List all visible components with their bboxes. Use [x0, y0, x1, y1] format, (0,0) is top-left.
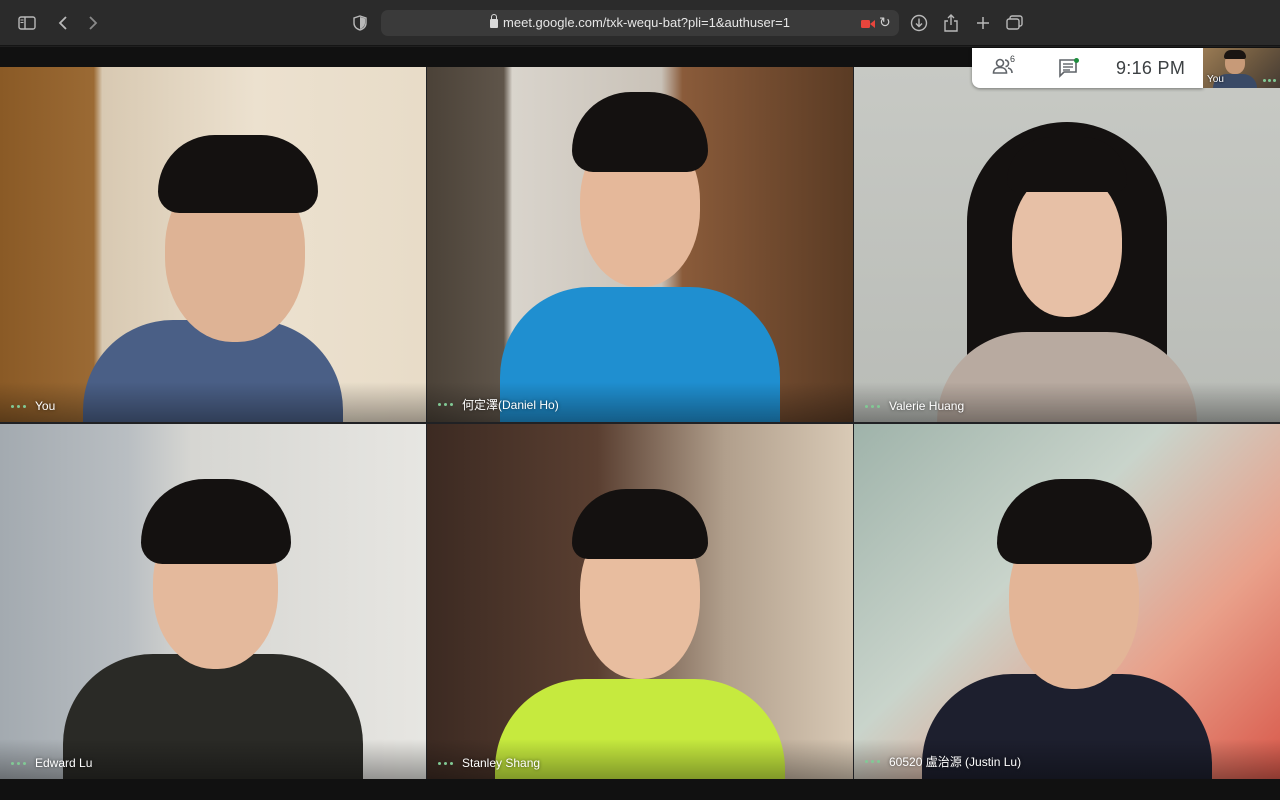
participant-name: Valerie Huang [889, 399, 965, 413]
participant-video [53, 454, 373, 779]
participant-name-tag: 60520 盧治源 (Justin Lu) [865, 753, 1021, 770]
participant-name: Edward Lu [35, 756, 93, 770]
audio-indicator-icon [11, 761, 26, 765]
self-view-label: You [1207, 74, 1224, 85]
download-icon[interactable] [906, 11, 932, 35]
audio-indicator-icon [1263, 79, 1276, 82]
browser-toolbar: meet.google.com/txk-wequ-bat?pli=1&authu… [0, 0, 1280, 46]
new-tab-icon[interactable] [970, 11, 996, 35]
video-grid: You 何定澤(Daniel Ho) Valerie Huang Edward … [0, 67, 1280, 779]
participant-video [480, 484, 800, 779]
reload-icon[interactable]: ↻ [879, 14, 891, 31]
sidebar-icon[interactable] [14, 11, 40, 35]
audio-indicator-icon [865, 760, 880, 763]
audio-indicator-icon [438, 403, 453, 406]
shield-icon[interactable] [347, 11, 373, 35]
url-text: meet.google.com/txk-wequ-bat?pli=1&authu… [503, 15, 790, 30]
participant-name-tag: Stanley Shang [438, 756, 540, 770]
participant-video [63, 105, 363, 422]
participant-count: 6 [1010, 54, 1016, 64]
self-view-thumbnail[interactable]: You [1203, 48, 1280, 88]
tabs-overview-icon[interactable] [1002, 11, 1028, 35]
participant-tile[interactable]: 何定澤(Daniel Ho) [427, 67, 853, 422]
lock-icon [490, 14, 499, 28]
participant-name-tag: 何定澤(Daniel Ho) [438, 396, 559, 413]
participant-tile[interactable]: 60520 盧治源 (Justin Lu) [854, 424, 1280, 779]
participant-tile[interactable]: Edward Lu [0, 424, 426, 779]
audio-indicator-icon [438, 761, 453, 765]
chat-icon[interactable] [1058, 58, 1080, 83]
meeting-info-panel: 6 9:16 PM [972, 48, 1203, 88]
back-icon[interactable] [50, 11, 76, 35]
participant-name-tag: Valerie Huang [865, 399, 964, 413]
participant-video [917, 112, 1217, 422]
bottom-strip [0, 779, 1280, 800]
forward-icon[interactable] [80, 11, 106, 35]
participant-name: Stanley Shang [462, 756, 541, 770]
participant-video [480, 77, 800, 422]
participant-tile[interactable]: Stanley Shang [427, 424, 853, 779]
participant-name-tag: You [11, 399, 55, 413]
address-bar[interactable]: meet.google.com/txk-wequ-bat?pli=1&authu… [381, 10, 899, 36]
audio-indicator-icon [11, 404, 26, 408]
share-icon[interactable] [938, 11, 964, 35]
participant-tile[interactable]: Valerie Huang [854, 67, 1280, 422]
participant-name: 60520 盧治源 (Justin Lu) [889, 755, 1022, 769]
participant-name-tag: Edward Lu [11, 756, 92, 770]
participant-video [907, 454, 1227, 779]
participant-name: You [35, 399, 56, 413]
meeting-clock: 9:16 PM [1116, 58, 1186, 78]
participant-tile[interactable]: You [0, 67, 426, 422]
audio-indicator-icon [865, 404, 880, 408]
camera-recording-icon[interactable] [861, 16, 875, 34]
participant-name: 何定澤(Daniel Ho) [462, 398, 559, 412]
